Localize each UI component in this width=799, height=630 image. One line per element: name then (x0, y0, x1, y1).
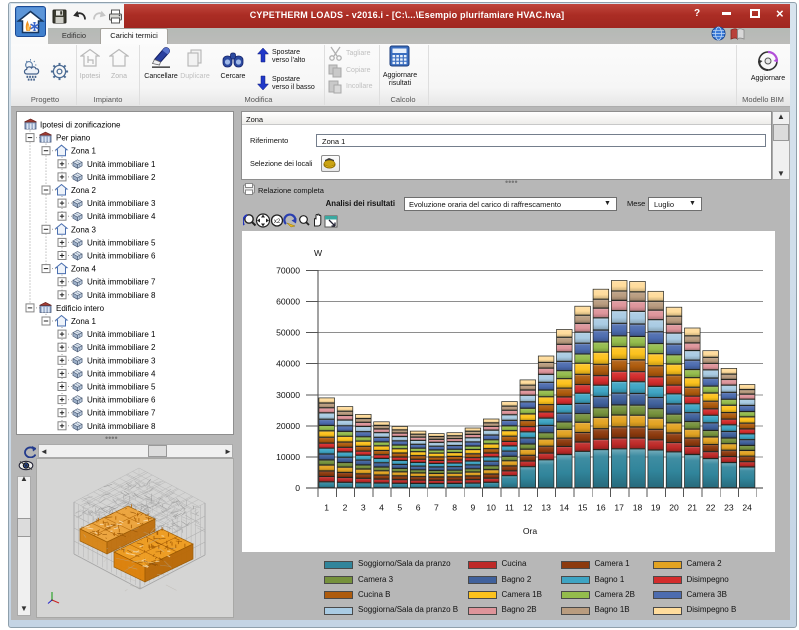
svg-text:5: 5 (397, 503, 402, 513)
svg-text:3: 3 (361, 503, 366, 513)
svg-text:17: 17 (614, 503, 624, 513)
svg-text:13: 13 (541, 503, 551, 513)
svg-text:1: 1 (324, 503, 329, 513)
svg-text:24: 24 (742, 503, 752, 513)
svg-text:20: 20 (669, 503, 679, 513)
svg-text:60000: 60000 (276, 297, 300, 307)
svg-text:2: 2 (343, 503, 348, 513)
svg-text:W: W (314, 248, 323, 258)
svg-text:0: 0 (295, 483, 300, 493)
svg-text:6: 6 (416, 503, 421, 513)
svg-text:50000: 50000 (276, 328, 300, 338)
svg-text:22: 22 (706, 503, 716, 513)
svg-text:7: 7 (434, 503, 439, 513)
svg-text:70000: 70000 (276, 266, 300, 276)
svg-text:16: 16 (596, 503, 606, 513)
svg-text:21: 21 (688, 503, 698, 513)
svg-text:9: 9 (471, 503, 476, 513)
svg-text:Ora: Ora (523, 526, 538, 536)
svg-text:12: 12 (523, 503, 533, 513)
svg-text:40000: 40000 (276, 359, 300, 369)
svg-text:11: 11 (505, 503, 514, 513)
svg-text:14: 14 (560, 503, 570, 513)
svg-text:10000: 10000 (276, 452, 300, 462)
svg-text:15: 15 (578, 503, 588, 513)
svg-text:10: 10 (486, 503, 496, 513)
svg-text:x2: x2 (273, 219, 280, 225)
svg-text:30000: 30000 (276, 390, 300, 400)
svg-text:23: 23 (724, 503, 734, 513)
svg-text:8: 8 (452, 503, 457, 513)
svg-text:19: 19 (651, 503, 661, 513)
svg-text:18: 18 (633, 503, 643, 513)
svg-text:20000: 20000 (276, 421, 300, 431)
svg-text:4: 4 (379, 503, 384, 513)
